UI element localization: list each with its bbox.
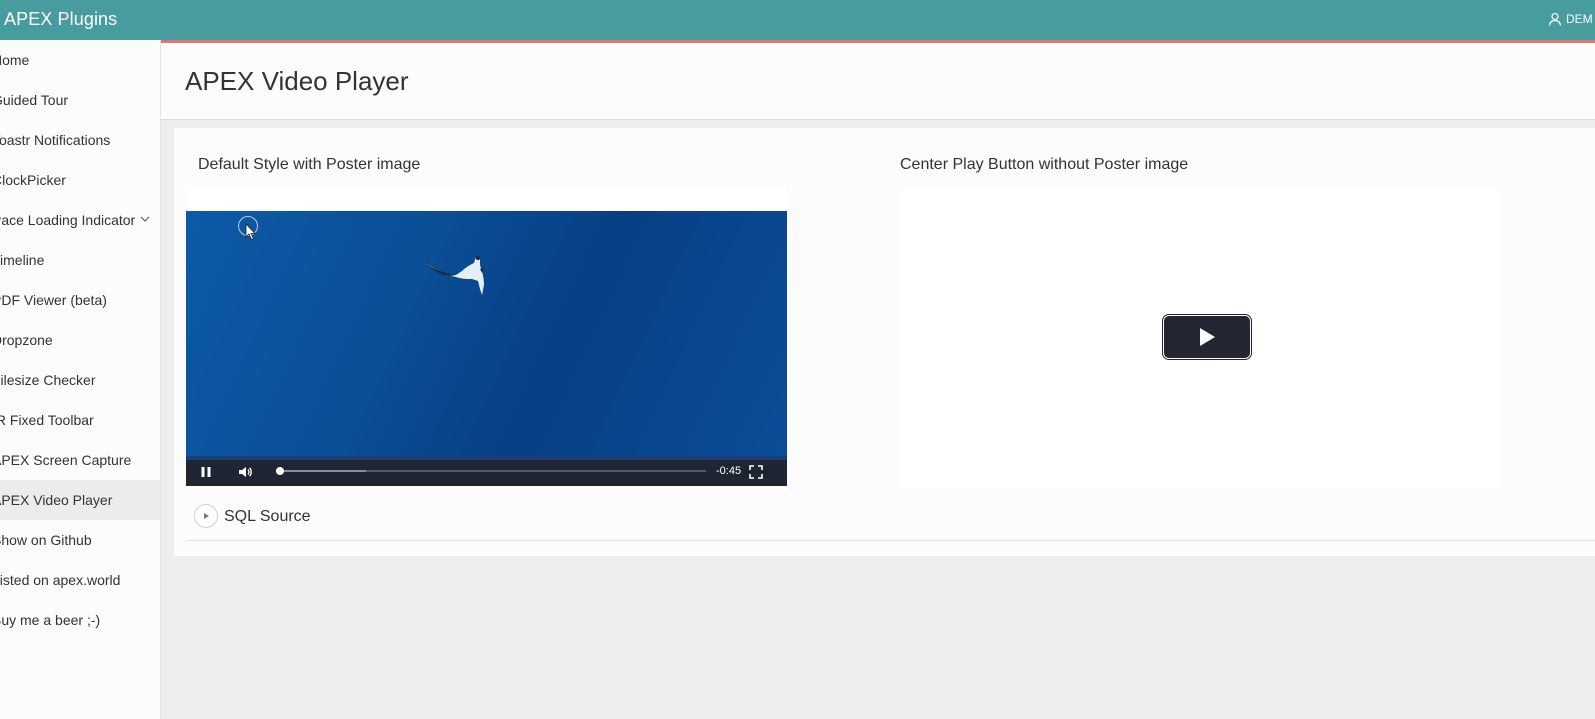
sidebar-item-label: Toastr Notifications [0,132,111,148]
sidebar-item-clockpicker[interactable]: ClockPicker [0,160,160,200]
video-controls-bar: -0:45 [186,456,787,486]
fullscreen-icon[interactable] [748,464,764,480]
right-card-title: Center Play Button without Poster image [900,156,1189,173]
divider [186,540,1595,541]
app-title[interactable]: APEX Plugins [4,9,117,29]
sidebar-item-label: PDF Viewer (beta) [0,292,107,308]
video-player-default: -0:45 [186,186,787,490]
mouse-cursor-icon [245,223,256,241]
video-surface[interactable]: -0:45 [186,211,787,486]
sidebar-item-pdf-viewer[interactable]: PDF Viewer (beta) [0,280,160,320]
page-title: APEX Video Player [185,66,409,96]
sidebar-item-label: Buy me a beer ;-) [0,612,101,628]
controls-top-strip [186,456,787,460]
video-player-center-play[interactable] [901,188,1502,488]
sidebar-item-listed-on-apex-world[interactable]: Listed on apex.world [0,560,160,600]
sidebar-item-filesize-checker[interactable]: Filesize Checker [0,360,160,400]
sidebar-item-toastr-notifications[interactable]: Toastr Notifications [0,120,160,160]
sidebar-item-label: Listed on apex.world [0,572,121,588]
chevron-down-icon[interactable] [140,214,150,224]
sidebar-item-apex-screen-capture[interactable]: APEX Screen Capture [0,440,160,480]
sidebar-item-label: ClockPicker [0,172,66,188]
left-card-title: Default Style with Poster image [198,156,421,173]
video-region: Default Style with Poster image Center P… [174,128,1595,556]
top-navigation-bar: APEX Plugins DEM [0,0,1595,40]
title-bar: APEX Video Player [161,43,1595,120]
user-icon [1548,12,1562,26]
caret-right-icon [204,513,209,519]
sidebar-item-ir-fixed-toolbar[interactable]: IR Fixed Toolbar [0,400,160,440]
big-play-button[interactable] [1163,315,1251,359]
main-content: APEX Video Player Default Style with Pos… [161,40,1595,719]
bird-image [424,255,484,295]
sql-source-label[interactable]: SQL Source [224,508,311,526]
sidebar-navigation: Home Guided Tour Toastr Notifications Cl… [0,40,161,719]
sidebar-item-label: Filesize Checker [0,372,96,388]
volume-icon[interactable] [237,464,253,480]
play-icon [1200,328,1215,346]
sidebar-item-pace-loading-indicator[interactable]: Pace Loading Indicator [0,200,160,240]
sql-source-toggle[interactable] [194,504,218,528]
progress-thumb[interactable] [276,467,285,475]
pause-icon[interactable] [198,464,214,480]
progress-bar[interactable] [276,467,706,475]
progress-buffered [276,470,367,472]
sidebar-item-guided-tour[interactable]: Guided Tour [0,80,160,120]
sidebar-item-apex-video-player[interactable]: APEX Video Player [0,480,160,520]
sidebar-item-label: IR Fixed Toolbar [0,412,94,428]
sidebar-item-dropzone[interactable]: Dropzone [0,320,160,360]
sidebar-item-label: Home [0,52,30,68]
sidebar-item-label: Pace Loading Indicator [0,212,136,228]
sidebar-item-show-on-github[interactable]: Show on Github [0,520,160,560]
sidebar-item-label: Guided Tour [0,92,69,108]
sidebar-item-label: Timeline [0,252,45,268]
sidebar-item-label: APEX Screen Capture [0,452,132,468]
sidebar-item-home[interactable]: Home [0,40,160,80]
sidebar-item-label: APEX Video Player [0,492,113,508]
user-name: DEM [1566,12,1593,26]
sidebar-item-label: Show on Github [0,532,92,548]
time-remaining: -0:45 [716,465,742,477]
sidebar-item-buy-me-a-beer[interactable]: Buy me a beer ;-) [0,600,160,640]
sidebar-item-label: Dropzone [0,332,53,348]
sidebar-item-timeline[interactable]: Timeline [0,240,160,280]
user-menu[interactable]: DEM [1548,12,1593,26]
